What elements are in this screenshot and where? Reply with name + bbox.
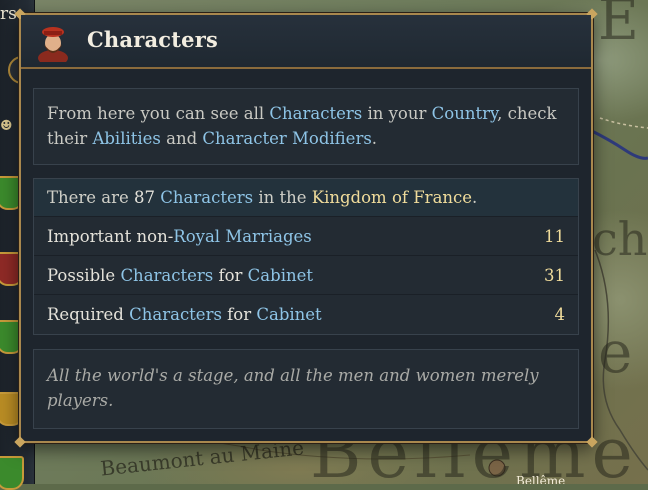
characters-panel: Characters From here you can see all Cha…: [14, 8, 598, 448]
panel-header: Characters: [21, 15, 591, 69]
row-label: for: [213, 266, 248, 285]
character-count: 87: [134, 188, 156, 207]
keyword-link[interactable]: Characters: [160, 188, 253, 207]
keyword-link[interactable]: Characters: [120, 266, 213, 285]
keyword-link[interactable]: Abilities: [92, 129, 160, 148]
shield-icon[interactable]: [0, 456, 24, 490]
summary-text: There are: [47, 188, 135, 207]
stat-row-royal-marriages[interactable]: Important non-Royal Marriages 11: [34, 218, 578, 256]
summary-row: There are 87 Characters in the Kingdom o…: [34, 179, 578, 217]
character-portrait-icon: [38, 27, 68, 62]
stat-row-required-cabinet[interactable]: Required Characters for Cabinet 4: [34, 296, 578, 334]
keyword-link[interactable]: Royal Marriages: [173, 227, 311, 246]
summary-text: .: [472, 188, 478, 207]
keyword-link[interactable]: Characters: [269, 104, 362, 123]
character-stats-list: There are 87 Characters in the Kingdom o…: [33, 178, 579, 335]
description-text: and: [160, 129, 203, 148]
row-label: Required: [47, 305, 130, 324]
map-label-region: ch: [592, 212, 648, 266]
summary-text: in the: [253, 188, 312, 207]
description-text: in your: [362, 104, 432, 123]
keyword-link[interactable]: Cabinet: [256, 305, 321, 324]
country-name[interactable]: Kingdom of France: [312, 188, 472, 207]
flavor-quote: All the world's a stage, and all the men…: [33, 349, 579, 429]
row-value: 4: [554, 305, 566, 324]
row-label: Important non-: [47, 227, 174, 246]
description-text: .: [371, 129, 378, 148]
row-value: 31: [544, 266, 565, 285]
keyword-link[interactable]: Character Modifiers: [202, 129, 371, 148]
panel-description: From here you can see all Characters in …: [33, 88, 579, 165]
keyword-link[interactable]: Characters: [129, 305, 222, 324]
row-label: for: [221, 305, 257, 324]
row-value: 11: [544, 227, 565, 246]
keyword-link[interactable]: Cabinet: [248, 266, 313, 285]
theater-mask-icon[interactable]: ☻: [0, 118, 18, 136]
panel-title: Characters: [87, 27, 218, 52]
row-label: Possible: [47, 266, 121, 285]
keyword-link[interactable]: Country: [432, 104, 497, 123]
map-label-region: E: [598, 0, 639, 53]
map-label-city: Bellême: [516, 474, 566, 484]
description-text: From here you can see all: [47, 104, 270, 123]
stat-row-possible-cabinet[interactable]: Possible Characters for Cabinet 31: [34, 257, 578, 295]
map-label-region: e: [598, 318, 633, 386]
